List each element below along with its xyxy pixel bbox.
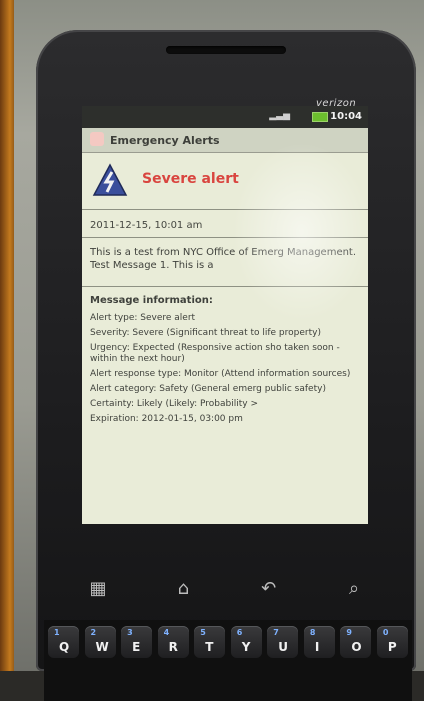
- key-u[interactable]: 7U: [267, 626, 299, 658]
- earpiece-speaker: [166, 46, 286, 54]
- key-w[interactable]: 2W: [84, 626, 116, 658]
- app-title: Emergency Alerts: [110, 134, 220, 147]
- signal-icon: ▂▃▅: [269, 111, 290, 121]
- back-softkey-icon[interactable]: ↶: [247, 578, 291, 599]
- app-icon: [90, 132, 104, 146]
- keyboard-row: 1Q 2W 3E 4R 5T 6Y 7U 8I 9O 0P: [44, 620, 412, 658]
- alert-timestamp: 2011-12-15, 10:01 am: [82, 210, 368, 238]
- phone-body: verizon ▂▃▅ 10:04 Emergency Alerts Sever…: [36, 30, 416, 701]
- status-clock: 10:04: [330, 111, 362, 122]
- info-row: Alert response type: Monitor (Attend inf…: [90, 369, 351, 379]
- info-row: Severity: Severe (Significant threat to …: [90, 328, 321, 338]
- alert-header: Severe alert: [82, 153, 368, 210]
- info-row: Urgency: Expected (Responsive action sho…: [90, 343, 340, 364]
- alert-title: Severe alert: [142, 171, 239, 187]
- search-softkey-icon[interactable]: ⌕: [332, 578, 376, 599]
- softkey-bar: ▦ ⌂ ↶ ⌕: [76, 570, 376, 606]
- phone-screen: ▂▃▅ 10:04 Emergency Alerts Severe alert …: [82, 106, 368, 524]
- menu-softkey-icon[interactable]: ▦: [76, 578, 120, 599]
- info-row: Alert category: Safety (General emerg pu…: [90, 384, 326, 394]
- key-r[interactable]: 4R: [157, 626, 189, 658]
- key-i[interactable]: 8I: [303, 626, 335, 658]
- info-row: Certainty: Likely (Likely: Probability >: [90, 399, 258, 409]
- key-p[interactable]: 0P: [376, 626, 408, 658]
- status-bar: ▂▃▅ 10:04: [82, 106, 368, 128]
- message-information: Message information: Alert type: Severe …: [82, 287, 368, 425]
- home-softkey-icon[interactable]: ⌂: [161, 578, 205, 599]
- key-y[interactable]: 6Y: [230, 626, 262, 658]
- key-t[interactable]: 5T: [194, 626, 226, 658]
- info-row: Expiration: 2012-01-15, 03:00 pm: [90, 414, 243, 424]
- key-e[interactable]: 3E: [121, 626, 153, 658]
- warning-triangle-icon: [92, 163, 128, 196]
- key-q[interactable]: 1Q: [48, 626, 79, 658]
- info-heading: Message information:: [90, 295, 213, 306]
- app-header: Emergency Alerts: [82, 128, 368, 153]
- info-row: Alert type: Severe alert: [90, 313, 196, 323]
- hardware-keyboard: 1Q 2W 3E 4R 5T 6Y 7U 8I 9O 0P: [44, 620, 412, 701]
- key-o[interactable]: 9O: [340, 626, 372, 658]
- battery-icon: [312, 112, 328, 122]
- alert-message: This is a test from NYC Office of Emerg …: [82, 238, 368, 287]
